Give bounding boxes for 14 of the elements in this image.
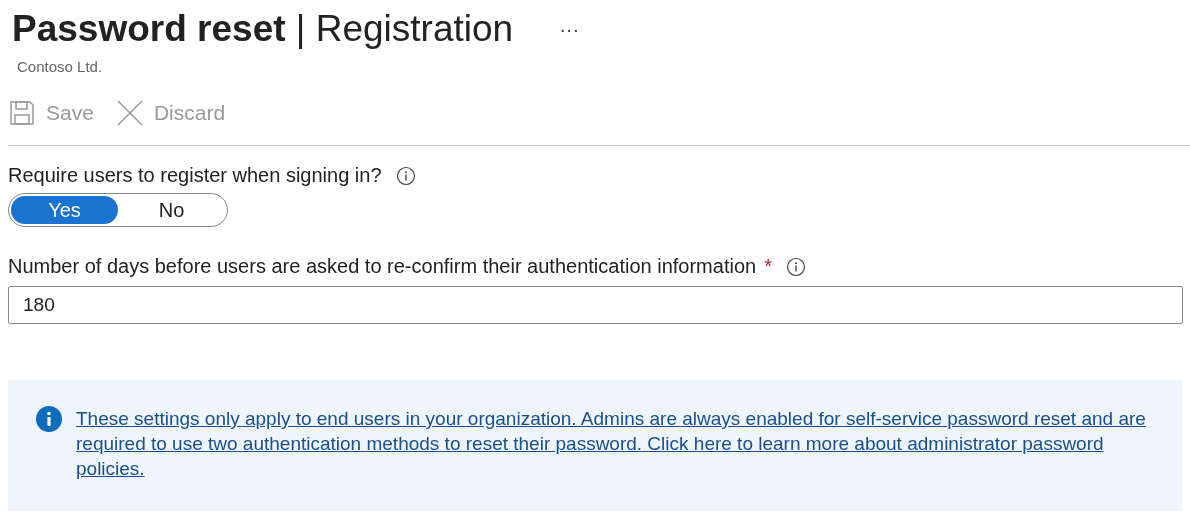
more-button[interactable]: ···: [553, 17, 586, 41]
info-icon: [36, 406, 62, 432]
page-subtitle: Contoso Ltd.: [17, 58, 104, 75]
toggle-option[interactable]: No: [118, 196, 225, 224]
page-title: Password reset | Registration: [12, 7, 514, 51]
save-icon: [8, 99, 36, 127]
close-icon: [115, 99, 144, 127]
info-icon: [785, 256, 806, 277]
setting-label: Number of days before users are asked to re-confirm their authentication information: [8, 255, 757, 278]
setting-label: Require users to register when signing in?: [8, 164, 382, 187]
info-icon: [395, 165, 416, 186]
toggle-option[interactable]: Yes: [11, 196, 118, 224]
days-input-field[interactable]: 180: [8, 286, 1183, 324]
required-mark: *: [764, 255, 772, 278]
